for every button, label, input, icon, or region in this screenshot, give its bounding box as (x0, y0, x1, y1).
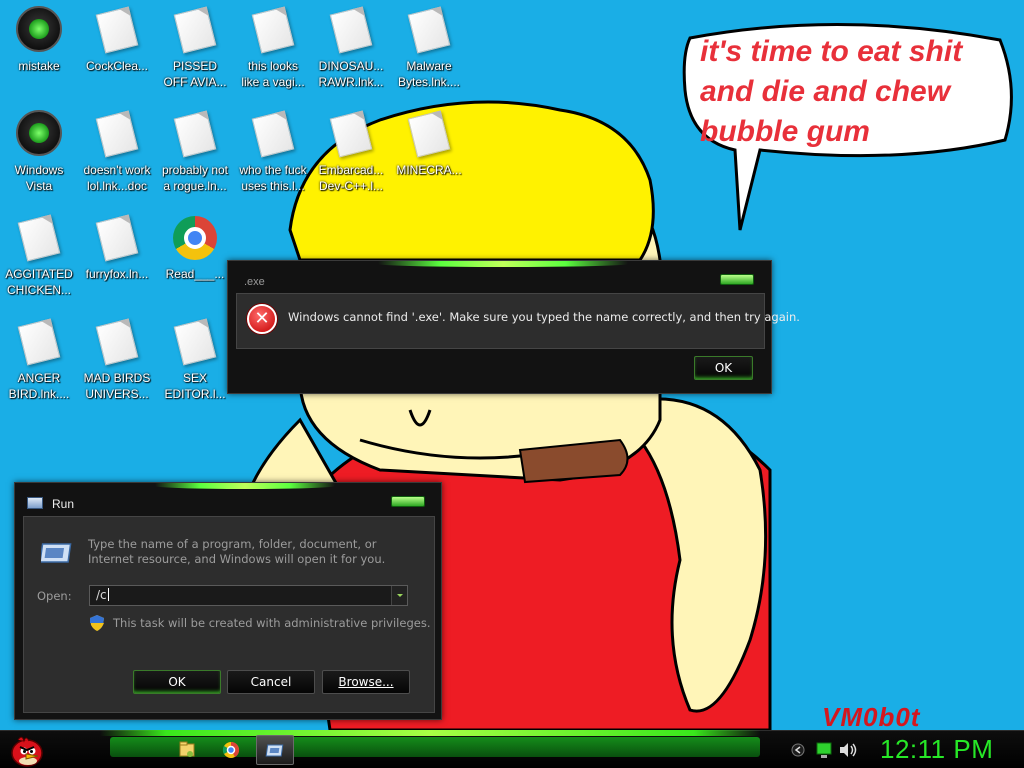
error-message: Windows cannot find '.exe'. Make sure yo… (288, 310, 800, 324)
run-cancel-button[interactable]: Cancel (227, 670, 315, 694)
close-button[interactable] (391, 496, 425, 507)
volume-icon[interactable] (840, 743, 857, 757)
run-description: Type the name of a program, folder, docu… (88, 537, 386, 566)
desktop-icon[interactable]: ANGER BIRD.lnk.... (0, 312, 78, 408)
desktop-icon[interactable]: Malware Bytes.lnk.... (390, 0, 468, 96)
shortcut-file-icon (94, 318, 140, 366)
open-input-value: /c (96, 588, 107, 602)
taskbar-band (110, 737, 760, 757)
run-dialog: Run Type the name of a program, folder, … (14, 482, 442, 720)
desktop-icon[interactable]: Embarcad... Dev-C++.l... (312, 104, 390, 200)
desktop-icon[interactable]: MAD BIRDS UNIVERS... (78, 312, 156, 408)
shortcut-file-icon (406, 110, 452, 158)
green-ball-icon (16, 6, 62, 54)
taskbar-clock[interactable]: 12:11 PM (880, 734, 993, 765)
error-dialog-title: .exe (244, 276, 265, 288)
chrome-icon (172, 214, 218, 262)
shortcut-file-icon (94, 6, 140, 54)
desktop-icon-label: ANGER BIRD.lnk.... (8, 371, 70, 401)
desktop-icon-label: MAD BIRDS UNIVERS... (83, 371, 151, 401)
run-browse-button[interactable]: Browse... (322, 670, 410, 694)
desktop-icon[interactable]: CockClea... (78, 0, 156, 96)
shortcut-file-icon (172, 318, 218, 366)
open-label: Open: (37, 589, 72, 603)
desktop-icon-label: who the fuck uses this.l... (239, 163, 307, 193)
desktop-icon-label: doesn't work lol.lnk...doc (83, 163, 151, 193)
network-icon[interactable] (816, 742, 832, 758)
error-ok-button[interactable]: OK (694, 356, 753, 380)
desktop-icon-label: mistake (18, 59, 60, 73)
shortcut-file-icon (406, 6, 452, 54)
desktop-icon-label: SEX EDITOR.l... (164, 371, 226, 401)
desktop-icon-label: MINECRA... (396, 163, 462, 177)
shortcut-file-icon (16, 318, 62, 366)
desktop-icon-label: furryfox.ln... (85, 267, 149, 281)
run-icon[interactable] (256, 735, 294, 765)
desktop-icon[interactable]: SEX EDITOR.l... (156, 312, 234, 408)
shortcut-file-icon (328, 110, 374, 158)
run-program-icon (41, 543, 72, 563)
explorer-icon[interactable] (168, 735, 206, 765)
desktop-icon[interactable]: this looks like a vagi... (234, 0, 312, 96)
desktop-icon[interactable]: MINECRA... (390, 104, 468, 200)
shortcut-file-icon (94, 110, 140, 158)
desktop-icon[interactable]: Read___... (156, 208, 234, 304)
angry-bird-icon[interactable] (6, 731, 46, 768)
desktop-icon-label: this looks like a vagi... (241, 59, 305, 89)
shortcut-file-icon (250, 110, 296, 158)
desktop-icon[interactable]: doesn't work lol.lnk...doc (78, 104, 156, 200)
run-dialog-title: Run (52, 497, 75, 511)
error-dialog-body: ✕ Windows cannot find '.exe'. Make sure … (236, 293, 800, 349)
error-dialog: .exe ✕ Windows cannot find '.exe'. Make … (227, 260, 800, 394)
titlebar-glow (378, 261, 628, 267)
desktop-icon[interactable]: PISSED OFF AVIA... (156, 0, 234, 96)
desktop-icon-label: probably not a rogue.ln... (161, 163, 229, 193)
browse-button-label: Browse... (338, 675, 394, 689)
taskbar: 12:11 PM (0, 730, 1024, 768)
shortcut-file-icon (94, 214, 140, 262)
desktop-icon-label: AGGITATED CHICKEN... (5, 267, 73, 297)
desktop-icon-label: Embarcad... Dev-C++.l... (318, 163, 384, 193)
shortcut-file-icon (250, 6, 296, 54)
desktop-icon-label: PISSED OFF AVIA... (163, 59, 227, 89)
desktop-icon[interactable]: probably not a rogue.ln... (156, 104, 234, 200)
chrome-icon[interactable] (212, 735, 250, 765)
admin-note: This task will be created with administr… (113, 616, 431, 630)
desktop-icon-label: Malware Bytes.lnk.... (397, 59, 461, 89)
dropdown-arrow-icon[interactable] (391, 586, 407, 605)
shortcut-file-icon (172, 110, 218, 158)
shortcut-file-icon (172, 6, 218, 54)
shortcut-file-icon (16, 214, 62, 262)
text-caret (107, 588, 109, 601)
open-input[interactable]: /c (89, 585, 408, 606)
desktop-icon[interactable]: mistake (0, 0, 78, 96)
close-button[interactable] (720, 274, 754, 285)
error-icon: ✕ (247, 304, 277, 334)
desktop-icon[interactable]: DINOSAU... RAWR.lnk... (312, 0, 390, 96)
desktop-icon-label: Windows Vista (14, 163, 64, 193)
desktop-icon[interactable]: furryfox.ln... (78, 208, 156, 304)
desktop-icon-label: Read___... (165, 267, 225, 281)
run-ok-button[interactable]: OK (133, 670, 221, 694)
desktop-icon[interactable]: AGGITATED CHICKEN... (0, 208, 78, 304)
wallpaper-watermark: VM0b0t (822, 702, 921, 732)
system-tray (791, 742, 857, 758)
desktop-icon-label: CockClea... (85, 59, 149, 73)
desktop-icon[interactable]: who the fuck uses this.l... (234, 104, 312, 200)
desktop-icon[interactable]: Windows Vista (0, 104, 78, 200)
chevron-icon[interactable] (791, 743, 805, 757)
run-icon (27, 497, 43, 509)
speech-bubble-text: it's time to eat shit and die and chew b… (700, 35, 963, 148)
desktop-icon-label: DINOSAU... RAWR.lnk... (318, 59, 384, 89)
shortcut-file-icon (328, 6, 374, 54)
recycle-bin-icon (16, 110, 62, 158)
titlebar-glow (155, 483, 335, 489)
uac-shield-icon (90, 615, 104, 631)
